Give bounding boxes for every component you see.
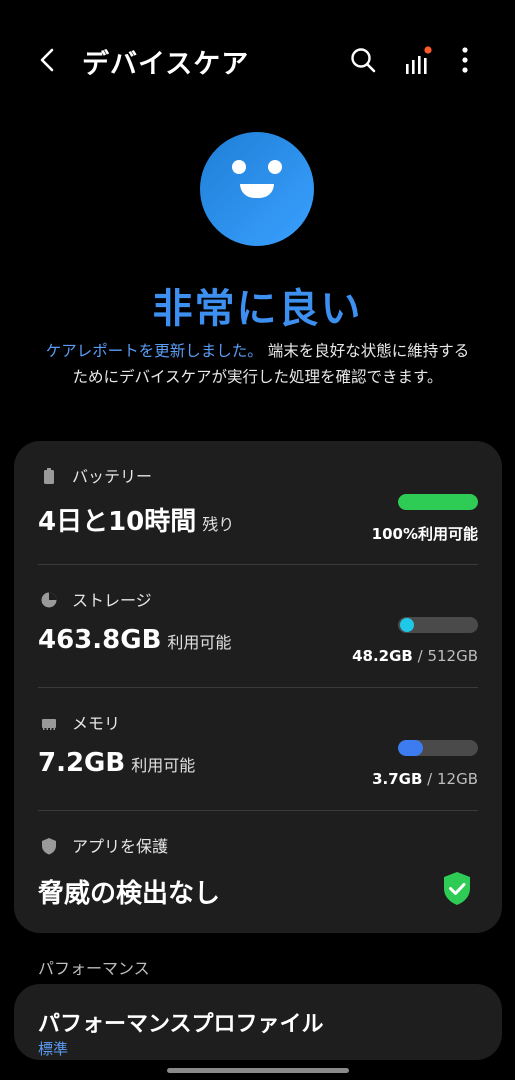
storage-section[interactable]: ストレージ 463.8GB 利用可能 48.2GB / 512GB [14,565,502,687]
battery-section[interactable]: バッテリー 4日と10時間 残り 100%利用可能 [14,441,502,563]
performance-profile-card[interactable]: パフォーマンスプロファイル 標準 [14,984,502,1060]
shield-icon [42,838,56,855]
battery-icon [44,468,54,484]
care-report-link[interactable]: ケアレポートを更新しました。 [46,342,263,360]
battery-header: バッテリー [40,463,152,487]
storage-suffix: 利用可能 [167,633,232,652]
status-description: ケアレポートを更新しました。 端末を良好な状態に維持するためにデバイスケアが実行… [44,338,471,390]
memory-amount: 3.7GB / 12GB [372,770,478,788]
back-arrow-icon[interactable] [34,46,62,74]
memory-value: 7.2GB 利用可能 [38,748,196,778]
protection-header: アプリを保護 [40,833,168,857]
storage-value: 463.8GB 利用可能 [38,625,232,655]
performance-profile-title: パフォーマンスプロファイル [38,1012,324,1037]
memory-bar [398,740,478,756]
memory-chip-icon [42,719,56,730]
battery-suffix: 残り [202,515,235,534]
battery-label: バッテリー [72,467,153,486]
face-right-eye [268,160,282,174]
storage-bar [398,617,478,633]
status-card: バッテリー 4日と10時間 残り 100%利用可能 ストレージ 463.8GB 利用… [14,441,502,933]
page-title: デバイスケア [82,49,250,80]
battery-bar [398,494,478,510]
protection-label: アプリを保護 [72,837,169,856]
shield-check-icon [444,872,470,905]
status-rating: 非常に良い [152,286,363,332]
protection-section[interactable]: アプリを保護 脅威の検出なし [14,811,502,933]
home-indicator[interactable] [167,1068,349,1073]
memory-section[interactable]: メモリ 7.2GB 利用可能 3.7GB / 12GB [14,688,502,810]
memory-bar-fill [398,740,423,756]
storage-pie-icon [41,592,57,608]
more-options-icon[interactable] [455,46,475,74]
battery-bar-fill [398,494,478,510]
memory-suffix: 利用可能 [131,756,196,775]
performance-section-label: パフォーマンス [38,959,150,978]
battery-status: 100%利用可能 [371,525,478,543]
memory-header: メモリ [40,710,120,734]
storage-label: ストレージ [72,591,152,610]
smiley-face-icon [200,132,314,246]
battery-value: 4日と10時間 残り [38,507,235,537]
protection-value: 脅威の検出なし [38,879,221,909]
signal-report-icon[interactable] [404,46,434,76]
face-left-eye [232,160,246,174]
storage-header: ストレージ [40,587,152,611]
performance-profile-mode: 標準 [38,1040,69,1058]
face-mouth [240,184,274,198]
memory-label: メモリ [72,714,121,733]
storage-amount: 48.2GB / 512GB [352,647,478,665]
search-icon[interactable] [349,46,377,74]
app-bar: デバイスケア [0,36,515,84]
storage-bar-fill [400,618,414,632]
